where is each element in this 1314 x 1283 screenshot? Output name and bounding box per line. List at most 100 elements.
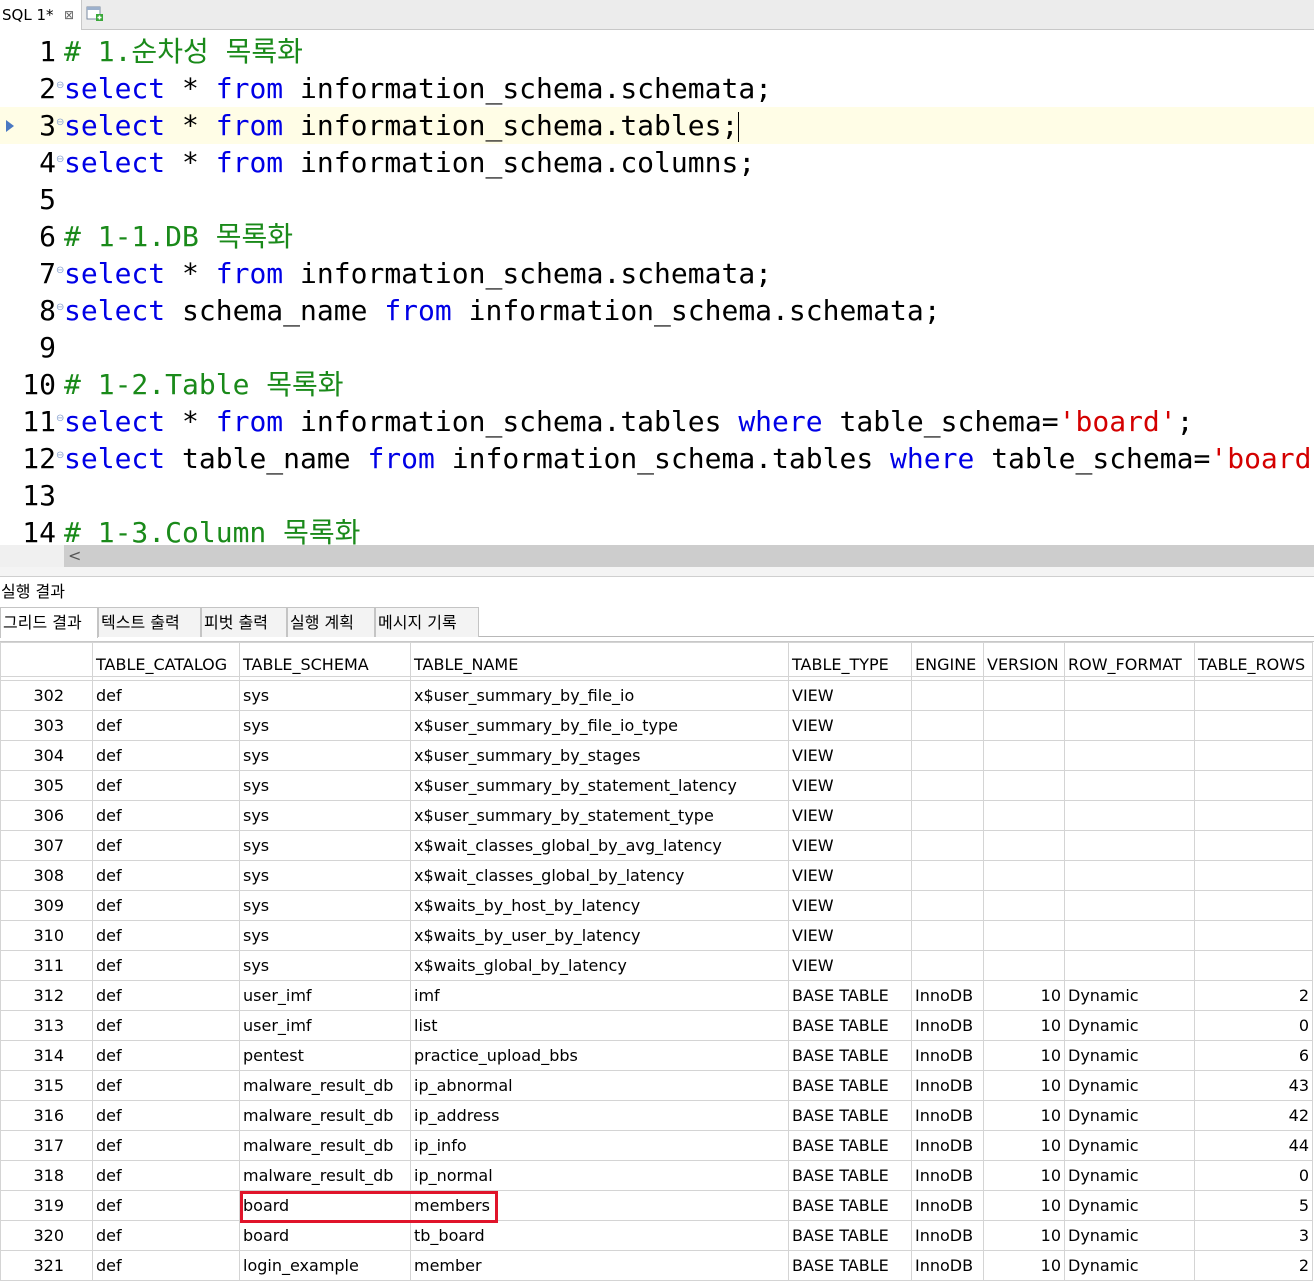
code-line[interactable]: 9 xyxy=(0,329,1314,366)
table-cell[interactable]: Dynamic xyxy=(1064,1100,1195,1131)
table-row[interactable]: 317 def malware_result_db ip_info BASE TABLE… xyxy=(0,1130,1313,1161)
table-cell[interactable]: def xyxy=(92,950,240,981)
table-cell[interactable]: VIEW xyxy=(788,770,912,801)
table-cell[interactable]: VIEW xyxy=(788,800,912,831)
table-cell[interactable] xyxy=(1194,740,1313,771)
column-header-engine[interactable]: ENGINE xyxy=(911,642,984,677)
editor-horizontal-scrollbar[interactable]: < xyxy=(0,545,1314,567)
table-cell[interactable] xyxy=(911,740,984,771)
code-line[interactable]: 7 ⊖ select * from information_schema.schem… xyxy=(0,255,1314,292)
table-cell[interactable]: x$wait_classes_global_by_avg_latency xyxy=(410,830,789,861)
table-cell[interactable]: InnoDB xyxy=(911,1250,984,1281)
table-cell[interactable]: ip_address xyxy=(410,1100,789,1131)
table-cell[interactable]: user_imf xyxy=(239,980,411,1011)
table-cell[interactable]: def xyxy=(92,1160,240,1191)
table-cell[interactable]: malware_result_db xyxy=(239,1160,411,1191)
column-header-row-format[interactable]: ROW_FORMAT xyxy=(1064,642,1195,677)
table-cell[interactable] xyxy=(1194,890,1313,921)
table-cell[interactable]: user_imf xyxy=(239,1010,411,1041)
table-cell[interactable]: 10 xyxy=(983,1040,1065,1071)
table-row[interactable]: 308 def sys x$wait_classes_global_by_latenc… xyxy=(0,860,1313,891)
code-line[interactable]: 3 ⊖ select * from information_schema.table… xyxy=(0,107,1314,144)
panel-splitter[interactable] xyxy=(0,567,1314,577)
table-cell[interactable]: Dynamic xyxy=(1064,1220,1195,1251)
row-number[interactable]: 305 xyxy=(0,770,93,801)
table-cell[interactable]: def xyxy=(92,980,240,1011)
table-cell[interactable]: BASE TABLE xyxy=(788,1250,912,1281)
table-cell[interactable]: VIEW xyxy=(788,950,912,981)
table-cell[interactable] xyxy=(911,680,984,711)
column-header-table-catalog[interactable]: TABLE_CATALOG xyxy=(92,642,240,677)
table-cell[interactable]: def xyxy=(92,1190,240,1221)
table-cell[interactable]: BASE TABLE xyxy=(788,980,912,1011)
table-cell[interactable]: ip_info xyxy=(410,1130,789,1161)
table-cell[interactable] xyxy=(983,890,1065,921)
table-row[interactable]: 315 def malware_result_db ip_abnormal BASE T… xyxy=(0,1070,1313,1101)
table-cell[interactable]: def xyxy=(92,1040,240,1071)
table-cell[interactable]: 10 xyxy=(983,980,1065,1011)
table-cell[interactable]: members xyxy=(410,1190,789,1221)
table-cell[interactable]: 2 xyxy=(1194,1250,1313,1281)
table-cell[interactable]: Dynamic xyxy=(1064,1130,1195,1161)
table-cell[interactable]: 10 xyxy=(983,1130,1065,1161)
table-cell[interactable]: tb_board xyxy=(410,1220,789,1251)
table-cell[interactable]: sys xyxy=(239,710,411,741)
table-cell[interactable]: x$wait_classes_global_by_latency xyxy=(410,860,789,891)
table-cell[interactable]: 0 xyxy=(1194,1160,1313,1191)
table-cell[interactable] xyxy=(1194,800,1313,831)
column-header-version[interactable]: VERSION xyxy=(983,642,1065,677)
table-cell[interactable]: x$waits_by_host_by_latency xyxy=(410,890,789,921)
code-line[interactable]: 5 xyxy=(0,181,1314,218)
table-cell[interactable]: sys xyxy=(239,860,411,891)
table-cell[interactable] xyxy=(911,770,984,801)
row-number[interactable]: 320 xyxy=(0,1220,93,1251)
tab-result-2[interactable]: 피벗 출력 xyxy=(201,607,287,637)
table-cell[interactable]: def xyxy=(92,1100,240,1131)
table-cell[interactable]: def xyxy=(92,1070,240,1101)
table-cell[interactable]: 10 xyxy=(983,1220,1065,1251)
table-cell[interactable] xyxy=(1064,770,1195,801)
table-cell[interactable]: def xyxy=(92,1220,240,1251)
table-cell[interactable]: InnoDB xyxy=(911,1010,984,1041)
table-cell[interactable] xyxy=(1194,860,1313,891)
code-line[interactable]: 11 ⊖ select * from information_schema.tabl… xyxy=(0,403,1314,440)
table-cell[interactable] xyxy=(1064,890,1195,921)
table-cell[interactable]: sys xyxy=(239,770,411,801)
row-number[interactable]: 307 xyxy=(0,830,93,861)
table-cell[interactable]: 10 xyxy=(983,1070,1065,1101)
table-cell[interactable]: BASE TABLE xyxy=(788,1190,912,1221)
table-cell[interactable]: VIEW xyxy=(788,710,912,741)
row-number[interactable]: 318 xyxy=(0,1160,93,1191)
table-cell[interactable] xyxy=(1064,680,1195,711)
table-cell[interactable]: 43 xyxy=(1194,1070,1313,1101)
table-row[interactable]: 314 def pentest practice_upload_bbs BASE TAB… xyxy=(0,1040,1313,1071)
table-cell[interactable]: ip_normal xyxy=(410,1160,789,1191)
table-row[interactable]: 309 def sys x$waits_by_host_by_latency VIEW xyxy=(0,890,1313,921)
column-header-table-rows[interactable]: TABLE_ROWS xyxy=(1194,642,1313,677)
table-row[interactable]: 316 def malware_result_db ip_address BASE TA… xyxy=(0,1100,1313,1131)
table-cell[interactable] xyxy=(1064,800,1195,831)
table-cell[interactable]: def xyxy=(92,800,240,831)
row-number[interactable]: 319 xyxy=(0,1190,93,1221)
table-cell[interactable]: BASE TABLE xyxy=(788,1220,912,1251)
table-cell[interactable]: 44 xyxy=(1194,1130,1313,1161)
table-cell[interactable] xyxy=(983,710,1065,741)
table-cell[interactable]: def xyxy=(92,770,240,801)
table-cell[interactable] xyxy=(983,800,1065,831)
table-cell[interactable] xyxy=(1064,920,1195,951)
tab-result-0[interactable]: 그리드 결과 xyxy=(0,607,98,638)
table-cell[interactable] xyxy=(1194,830,1313,861)
table-row[interactable]: 307 def sys x$wait_classes_global_by_avg_la… xyxy=(0,830,1313,861)
table-cell[interactable]: board xyxy=(239,1190,411,1221)
table-cell[interactable]: VIEW xyxy=(788,920,912,951)
table-cell[interactable]: x$user_summary_by_statement_latency xyxy=(410,770,789,801)
table-cell[interactable]: BASE TABLE xyxy=(788,1040,912,1071)
table-row[interactable]: 305 def sys x$user_summary_by_statement_lat… xyxy=(0,770,1313,801)
table-cell[interactable]: 5 xyxy=(1194,1190,1313,1221)
row-number-header[interactable] xyxy=(0,642,93,677)
table-cell[interactable] xyxy=(983,860,1065,891)
table-cell[interactable]: Dynamic xyxy=(1064,1250,1195,1281)
table-cell[interactable]: BASE TABLE xyxy=(788,1010,912,1041)
code-line[interactable]: 6 # 1-1.DB 목록화 xyxy=(0,218,1314,255)
table-cell[interactable]: sys xyxy=(239,890,411,921)
